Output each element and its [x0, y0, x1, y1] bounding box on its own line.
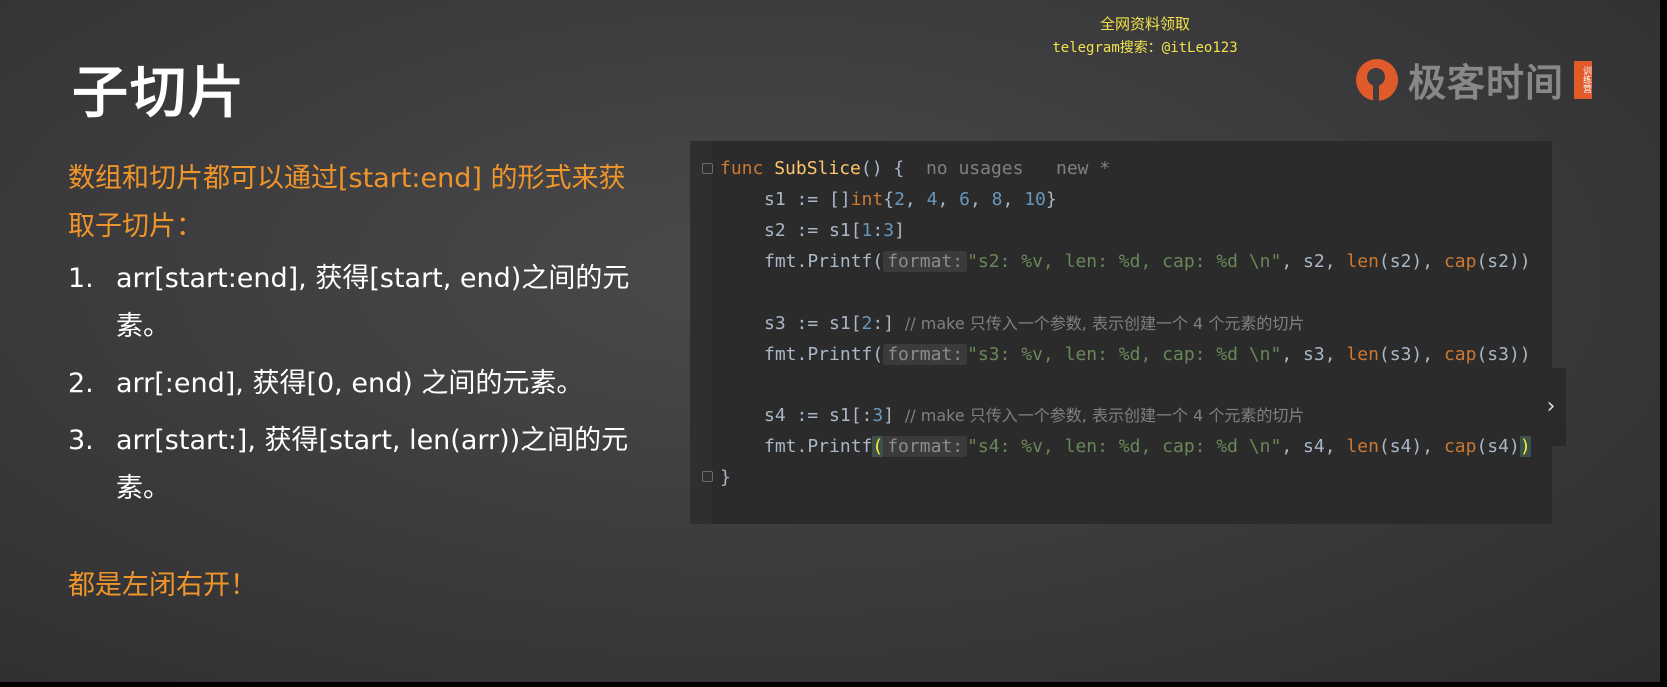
list-item: 1. arr[start:end], 获得[start, end)之间的元素。 — [68, 255, 648, 351]
watermark: 全网资料领取 telegram搜索：@itLeo123 — [1040, 12, 1250, 60]
param-hint: format: — [883, 344, 968, 365]
rules-list: 1. arr[start:end], 获得[start, end)之间的元素。 … — [68, 255, 648, 522]
conclusion-text: 都是左闭右开！ — [68, 570, 257, 601]
param-hint: format: — [883, 251, 968, 272]
logo-mark-icon — [1356, 58, 1398, 101]
code-line-9: s4 := s1[:3] // make 只传入一个参数, 表示创建一个 4 个… — [764, 405, 1305, 426]
code-editor: func SubSlice() { no usages new * s1 := … — [690, 141, 1552, 524]
slide-title: 子切片 — [72, 61, 246, 126]
editor-gutter — [690, 141, 712, 524]
code-line-6: s3 := s1[2:] // make 只传入一个参数, 表示创建一个 4 个… — [764, 313, 1305, 334]
code-line-10: fmt.Printf(format: "s4: %v, len: %d, cap:… — [764, 436, 1531, 457]
chevron-right-icon: › — [1546, 394, 1556, 419]
code-line-2: s1 := []int{2, 4, 6, 8, 10} — [764, 189, 1057, 210]
code-line-4: fmt.Printf(format: "s2: %v, len: %d, cap:… — [764, 251, 1531, 272]
list-number: 2. — [68, 368, 94, 399]
logo-badge: 训练营 — [1574, 60, 1593, 99]
list-number: 1. — [68, 263, 94, 294]
code-line-1: func SubSlice() { no usages new * — [720, 158, 1111, 179]
fold-marker-icon[interactable] — [702, 471, 713, 482]
list-item: 2. arr[:end], 获得[0, end) 之间的元素。 — [68, 360, 648, 408]
slide: 子切片 全网资料领取 telegram搜索：@itLeo123 极客时间 训练营… — [0, 0, 1660, 682]
code-line-3: s2 := s1[1:3] — [764, 220, 905, 241]
param-hint: format: — [883, 436, 968, 457]
code-line-11: } — [720, 467, 731, 488]
watermark-line-1: 全网资料领取 — [1099, 15, 1190, 33]
logo-text: 极客时间 — [1408, 61, 1565, 105]
geektime-logo: 极客时间 训练营 — [1356, 52, 1593, 107]
list-number: 3. — [68, 425, 94, 456]
next-slide-button[interactable]: › — [1536, 368, 1566, 446]
code-comment: // make 只传入一个参数, 表示创建一个 4 个元素的切片 — [904, 406, 1305, 425]
intro-text: 数组和切片都可以通过[start:end] 的形式来获取子切片： — [68, 163, 626, 242]
code-line-7: fmt.Printf(format: "s3: %v, len: %d, cap:… — [764, 344, 1531, 365]
list-item: 3. arr[start:], 获得[start, len(arr))之间的元素… — [68, 417, 648, 513]
usage-hint: no usages new * — [925, 158, 1111, 179]
list-text: arr[start:end], 获得[start, end)之间的元素。 — [116, 263, 630, 342]
list-text: arr[:end], 获得[0, end) 之间的元素。 — [116, 368, 584, 399]
code-comment: // make 只传入一个参数, 表示创建一个 4 个元素的切片 — [904, 314, 1305, 333]
fold-marker-icon[interactable] — [702, 163, 713, 174]
watermark-line-2: telegram搜索：@itLeo123 — [1052, 40, 1238, 56]
list-text: arr[start:], 获得[start, len(arr))之间的元素。 — [116, 425, 629, 504]
